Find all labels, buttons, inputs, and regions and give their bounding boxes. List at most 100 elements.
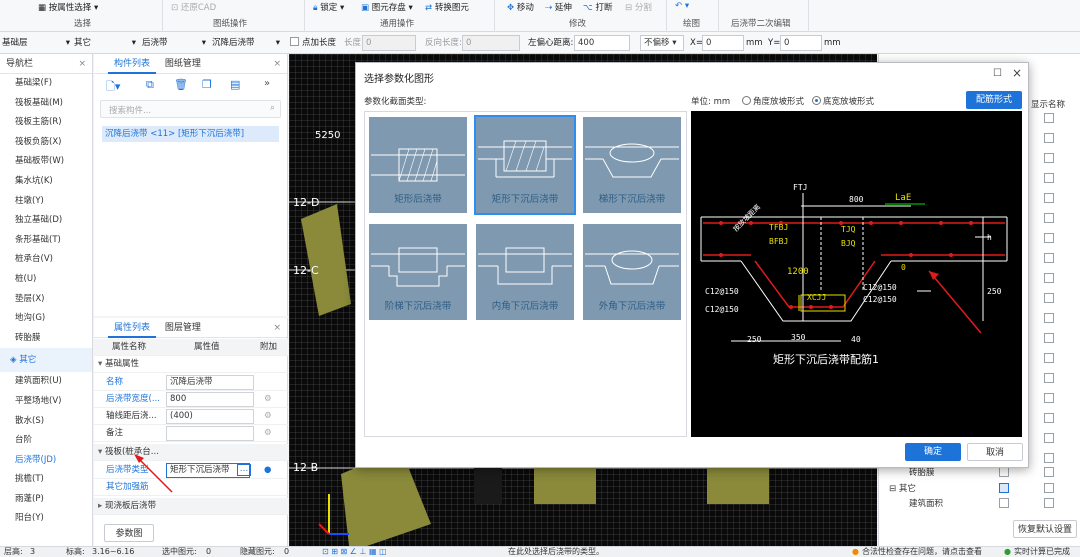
- nav-item[interactable]: 砖胎膜: [0, 329, 92, 349]
- no-offset-select[interactable]: 不偏移 ▾: [640, 35, 684, 51]
- section-basic[interactable]: ▾ 基础属性: [94, 356, 288, 373]
- checkbox[interactable]: [1044, 153, 1054, 163]
- tab-component-list[interactable]: 构件列表: [108, 54, 157, 74]
- lock-button[interactable]: 🔒︎ 锁定 ▾: [313, 1, 344, 13]
- check-message[interactable]: 合法性检查存在问题，请点击查看: [862, 547, 982, 557]
- shape-rect-sunken[interactable]: 矩形下沉后浇带: [474, 115, 576, 215]
- nav-item[interactable]: 筏板主筋(R): [0, 113, 92, 133]
- restore-cad-button[interactable]: ⊡ 还原CAD: [171, 1, 216, 13]
- radio-angle[interactable]: 角度放坡形式: [742, 95, 804, 107]
- nav-subitem[interactable]: 建筑面积(U): [0, 372, 92, 392]
- checkbox[interactable]: [999, 467, 1009, 477]
- draw-arc-button[interactable]: ↶ ▾: [675, 1, 689, 11]
- tab-properties[interactable]: 属性列表: [108, 318, 157, 338]
- y-input[interactable]: 0: [780, 35, 822, 51]
- extend-button[interactable]: ⇢ 延伸: [545, 1, 572, 13]
- nav-subitem[interactable]: 阳台(Y): [0, 509, 92, 529]
- close-icon[interactable]: ×: [78, 54, 86, 74]
- checkbox[interactable]: [1044, 453, 1054, 463]
- nav-item[interactable]: 垫层(X): [0, 290, 92, 310]
- ok-button[interactable]: 确定: [905, 443, 961, 461]
- maximize-icon[interactable]: ☐: [993, 68, 1002, 79]
- checkbox[interactable]: [1044, 413, 1054, 423]
- param-diagram-button[interactable]: 参数图: [104, 524, 154, 542]
- category-select[interactable]: 其它 ▾: [74, 35, 136, 51]
- checkbox[interactable]: [1044, 293, 1054, 303]
- filter-icon[interactable]: ▤: [230, 78, 240, 91]
- nav-subitem[interactable]: 散水(S): [0, 412, 92, 432]
- nav-subitem[interactable]: 挑檐(T): [0, 470, 92, 490]
- radio-width[interactable]: 底宽放坡形式: [812, 95, 874, 107]
- checkbox[interactable]: [1044, 113, 1054, 123]
- nav-item[interactable]: 集水坑(K): [0, 172, 92, 192]
- checkbox[interactable]: [1044, 433, 1054, 443]
- checkbox[interactable]: [999, 483, 1009, 493]
- close-icon[interactable]: ×: [1012, 66, 1022, 80]
- snap-icons[interactable]: ⊡ ⊞ ⊠ ∠ ⊥ ▦ ◫: [322, 547, 387, 557]
- checkbox[interactable]: [1044, 273, 1054, 283]
- close-icon[interactable]: ×: [273, 318, 281, 338]
- nav-item[interactable]: 柱墩(Y): [0, 192, 92, 212]
- checkbox[interactable]: [1044, 233, 1054, 243]
- nav-subitem-active[interactable]: 后浇带(JD): [0, 451, 92, 471]
- new-icon[interactable]: 🗋︎▾: [106, 78, 120, 97]
- nav-item[interactable]: 独立基础(D): [0, 211, 92, 231]
- shape-inner-corner-sunken[interactable]: 内角下沉后浇带: [474, 222, 576, 322]
- select-by-attr-button[interactable]: ▦ 按属性选择 ▾: [38, 1, 98, 13]
- component-select[interactable]: 沉降后浇带 ▾: [212, 35, 280, 51]
- checkbox[interactable]: [1044, 353, 1054, 363]
- nav-item[interactable]: 筏板基础(M): [0, 94, 92, 114]
- restore-default-button[interactable]: 恢复默认设置: [1013, 520, 1077, 538]
- nav-item[interactable]: 条形基础(T): [0, 231, 92, 251]
- delete-icon[interactable]: 🗑︎: [174, 78, 188, 91]
- nav-subitem[interactable]: 平整场地(V): [0, 392, 92, 412]
- section-cast[interactable]: ▸ 现浇板后浇带: [94, 498, 288, 515]
- reverse-length-input[interactable]: 0: [462, 35, 520, 51]
- break-button[interactable]: ⌥ 打断: [583, 1, 613, 13]
- checkbox[interactable]: [1044, 333, 1054, 343]
- close-icon[interactable]: ×: [273, 54, 281, 74]
- x-input[interactable]: 0: [702, 35, 744, 51]
- nav-item[interactable]: 桩(U): [0, 270, 92, 290]
- checkbox[interactable]: [1044, 498, 1054, 508]
- shape-step-sunken[interactable]: 阶梯下沉后浇带: [367, 222, 469, 322]
- checkbox[interactable]: [1044, 253, 1054, 263]
- checkbox[interactable]: [1044, 467, 1054, 477]
- tab-layers[interactable]: 图层管理: [159, 318, 207, 338]
- component-item[interactable]: 沉降后浇带 <11> [矩形下沉后浇带]: [102, 126, 279, 142]
- checkbox[interactable]: [1044, 213, 1054, 223]
- point-length-checkbox[interactable]: 点加长度: [290, 35, 336, 51]
- nav-section-other[interactable]: ◈ 其它: [0, 348, 92, 373]
- section-raft[interactable]: ▾ 筏板(桩承台...: [94, 444, 288, 461]
- move-button[interactable]: ✥ 移动: [507, 1, 534, 13]
- more-icon[interactable]: »: [264, 78, 270, 89]
- nav-subitem[interactable]: 台阶: [0, 431, 92, 451]
- checkbox[interactable]: [1044, 393, 1054, 403]
- checkbox[interactable]: [1044, 173, 1054, 183]
- save-element-button[interactable]: ▣ 图元存盘 ▾: [361, 1, 413, 13]
- cancel-button[interactable]: 取消: [967, 443, 1023, 461]
- checkbox[interactable]: [1044, 133, 1054, 143]
- type-select[interactable]: 后浇带 ▾: [142, 35, 206, 51]
- shape-trapezoid-sunken[interactable]: 梯形下沉后浇带: [581, 115, 683, 215]
- component-search[interactable]: 搜索构件... ⌕: [100, 100, 281, 118]
- shape-rect[interactable]: 矩形后浇带: [367, 115, 469, 215]
- offset-input[interactable]: 400: [574, 35, 630, 51]
- nav-item[interactable]: 桩承台(V): [0, 250, 92, 270]
- duplicate-icon[interactable]: ❐: [202, 78, 212, 91]
- length-input[interactable]: 0: [362, 35, 416, 51]
- tree-item[interactable]: 建筑面积: [909, 497, 943, 509]
- copy-icon[interactable]: ⧉: [146, 78, 154, 92]
- checkbox[interactable]: [999, 498, 1009, 508]
- nav-subitem[interactable]: 雨蓬(P): [0, 490, 92, 510]
- nav-item[interactable]: 基础板带(W): [0, 152, 92, 172]
- checkbox[interactable]: [1044, 193, 1054, 203]
- tree-item[interactable]: ⊟ 其它: [889, 482, 916, 494]
- checkbox[interactable]: [1044, 373, 1054, 383]
- tab-drawing-manage[interactable]: 图纸管理: [159, 54, 207, 74]
- rebar-form-button[interactable]: 配筋形式: [966, 91, 1022, 109]
- gear-icon[interactable]: ⚙︎: [264, 425, 272, 442]
- nav-item[interactable]: 地沟(G): [0, 309, 92, 329]
- checkbox[interactable]: [1044, 313, 1054, 323]
- split-button[interactable]: ⊟ 分割: [625, 1, 652, 13]
